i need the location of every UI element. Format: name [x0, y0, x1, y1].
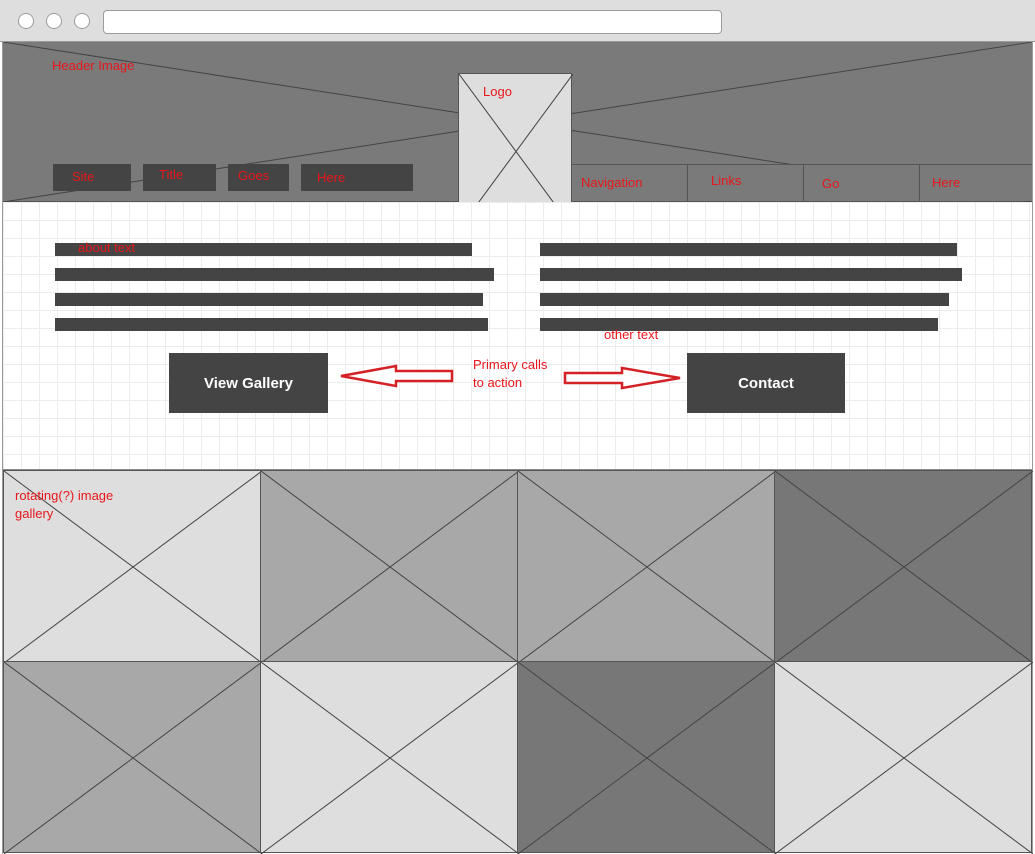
other-text-line	[540, 293, 949, 306]
window-maximize-button[interactable]	[74, 13, 90, 29]
logo-label: Logo	[483, 84, 512, 99]
nav-link-1[interactable]: Navigation	[571, 165, 687, 201]
other-text-line	[540, 268, 962, 281]
about-text-line	[55, 318, 488, 331]
site-title-word-4: Here	[301, 164, 413, 191]
navigation-bar: Navigation Links Go Here	[571, 164, 1032, 201]
about-text-note: about text	[78, 240, 136, 255]
image-placeholder-icon	[518, 662, 776, 854]
other-text-line	[540, 318, 938, 331]
site-title-word-1: Site	[53, 164, 131, 191]
gallery-image[interactable]	[774, 470, 1033, 663]
gallery-image[interactable]	[260, 661, 519, 854]
image-placeholder-icon	[775, 471, 1033, 663]
gallery-note-line-1: rotating(?) image	[15, 488, 114, 503]
gallery-image[interactable]	[3, 661, 262, 854]
other-text-line	[540, 243, 957, 256]
image-placeholder-icon	[261, 662, 519, 854]
gallery-image[interactable]	[774, 661, 1033, 854]
gallery-image[interactable]	[517, 661, 776, 854]
gallery-image[interactable]	[260, 470, 519, 663]
about-text-line	[55, 268, 494, 281]
nav-link-4[interactable]: Here	[919, 165, 1032, 201]
cta-note-line-2: to action	[473, 375, 523, 390]
about-text-line	[55, 293, 483, 306]
cta-note-line-1: Primary calls	[473, 357, 548, 372]
image-placeholder-icon	[261, 471, 519, 663]
view-gallery-button[interactable]: View Gallery	[169, 353, 328, 413]
site-title-word-2: Title	[143, 164, 216, 191]
nav-link-3[interactable]: Go	[803, 165, 919, 201]
right-arrow-icon	[563, 366, 681, 390]
header-image-note: Header Image	[52, 58, 135, 73]
image-placeholder-icon	[775, 662, 1033, 854]
image-placeholder-icon	[518, 471, 776, 663]
left-arrow-icon	[340, 364, 454, 388]
other-text-note: other text	[604, 327, 659, 342]
contact-button[interactable]: Contact	[687, 353, 845, 413]
nav-link-2[interactable]: Links	[687, 165, 803, 201]
image-gallery	[3, 470, 1033, 854]
address-bar[interactable]	[103, 10, 722, 34]
site-title-word-3: Goes	[228, 164, 289, 191]
browser-chrome	[0, 0, 1035, 42]
image-placeholder-icon	[4, 662, 262, 854]
window-minimize-button[interactable]	[46, 13, 62, 29]
gallery-image[interactable]	[517, 470, 776, 663]
window-close-button[interactable]	[18, 13, 34, 29]
gallery-note-line-2: gallery	[15, 506, 54, 521]
